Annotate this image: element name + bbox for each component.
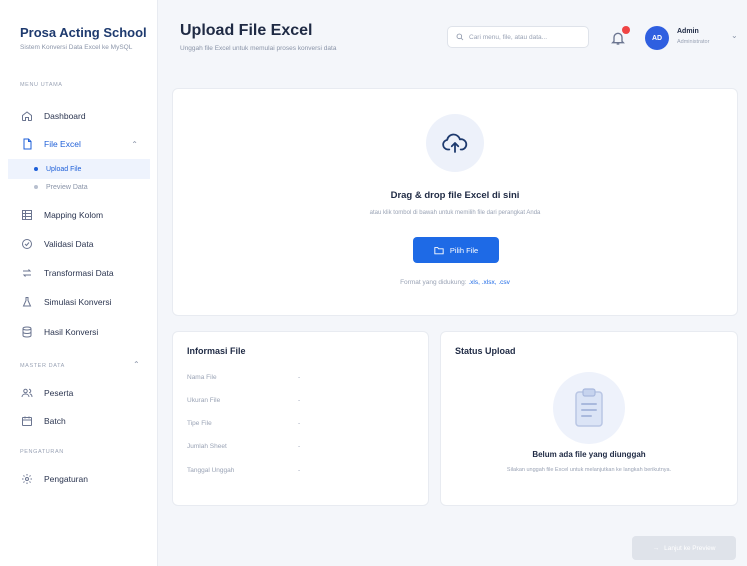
file-info-title: Informasi File — [187, 346, 246, 356]
info-row: Tanggal Unggah - — [187, 467, 300, 474]
sidebar-subitem-label: Upload File — [46, 165, 82, 173]
calendar-icon — [20, 414, 34, 428]
sidebar: Prosa Acting School Sistem Konversi Data… — [0, 0, 158, 566]
sidebar-subitem-label: Preview Data — [46, 183, 88, 191]
sidebar-item-label: Hasil Konversi — [44, 327, 99, 337]
brand: Prosa Acting School Sistem Konversi Data… — [20, 25, 147, 51]
brand-title: Prosa Acting School — [20, 25, 147, 40]
bullet-icon — [34, 185, 38, 189]
info-row: Nama File - — [187, 374, 300, 381]
sidebar-item-label: Dashboard — [44, 111, 86, 121]
info-label: Ukuran File — [187, 397, 221, 404]
supported-formats-extensions: .xls, .xlsx, .csv — [468, 279, 510, 286]
section-label-settings: PENGATURAN — [20, 449, 64, 455]
info-row: Jumlah Sheet - — [187, 443, 300, 450]
dropzone-subtitle: atau klik tombol di bawah untuk memilih … — [369, 210, 541, 216]
sidebar-item-label: Transformasi Data — [44, 268, 114, 278]
clipboard-icon — [553, 372, 625, 444]
section-label-menu: MENU UTAMA — [20, 82, 63, 88]
search-icon — [456, 33, 464, 41]
notification-badge — [622, 26, 630, 34]
section-label-master: MASTER DATA — [20, 363, 65, 369]
info-value: - — [298, 420, 301, 427]
info-row: Tipe File - — [187, 420, 300, 427]
sidebar-item-mapping-kolom[interactable]: Mapping Kolom — [8, 203, 150, 227]
upload-status-hint: Silakan unggah file Excel untuk melanjut… — [506, 467, 672, 473]
gear-icon — [20, 472, 34, 486]
sidebar-item-validasi-data[interactable]: Validasi Data — [8, 232, 150, 256]
check-circle-icon — [20, 237, 34, 251]
dropzone-title: Drag & drop file Excel di sini — [390, 190, 520, 201]
avatar[interactable]: AD — [645, 26, 669, 50]
info-value: - — [298, 443, 301, 450]
info-label: Tanggal Unggah — [187, 467, 235, 474]
info-label: Tipe File — [187, 420, 212, 427]
file-info-card: Informasi File Nama File - Ukuran File -… — [172, 331, 429, 506]
supported-formats-prefix: Format yang didukung: — [400, 279, 469, 286]
choose-file-button[interactable]: Pilih File — [413, 237, 499, 263]
sidebar-item-transformasi-data[interactable]: Transformasi Data — [8, 261, 150, 285]
user-name[interactable]: Admin — [677, 28, 699, 35]
upload-status-card: Status Upload Belum ada file yang diungg… — [440, 331, 738, 506]
flask-icon — [20, 295, 34, 309]
sidebar-item-pengaturan[interactable]: Pengaturan — [8, 467, 150, 491]
sidebar-item-file-excel[interactable]: File Excel ⌃ — [8, 132, 150, 156]
info-label: Jumlah Sheet — [187, 443, 227, 450]
search-placeholder: Cari menu, file, atau data... — [469, 33, 548, 41]
sidebar-item-peserta[interactable]: Peserta — [8, 381, 150, 405]
sidebar-item-label: Simulasi Konversi — [44, 297, 112, 307]
notification-button[interactable] — [610, 26, 630, 48]
info-row: Ukuran File - — [187, 397, 300, 404]
page-title: Upload File Excel — [180, 22, 313, 39]
info-value: - — [298, 467, 301, 474]
page-subtitle: Unggah file Excel untuk memulai proses k… — [180, 45, 337, 52]
info-label: Nama File — [187, 374, 217, 381]
choose-file-label: Pilih File — [449, 245, 479, 255]
sidebar-subitem-upload-file[interactable]: Upload File — [8, 159, 150, 179]
search-input[interactable]: Cari menu, file, atau data... — [447, 26, 589, 48]
folder-icon — [434, 246, 444, 254]
sidebar-item-label: Mapping Kolom — [44, 210, 104, 220]
upload-status-message: Belum ada file yang diunggah — [532, 450, 646, 459]
next-to-preview-button[interactable]: → Lanjut ke Preview — [632, 536, 736, 560]
home-icon — [20, 109, 34, 123]
upload-dropzone[interactable]: Drag & drop file Excel di sini atau klik… — [172, 88, 738, 316]
sidebar-subitem-preview-data[interactable]: Preview Data — [8, 177, 150, 197]
chevron-down-icon[interactable]: ⌄ — [731, 31, 738, 40]
upload-status-title: Status Upload — [455, 346, 516, 356]
sidebar-item-batch[interactable]: Batch — [8, 409, 150, 433]
sidebar-item-label: Validasi Data — [44, 239, 94, 249]
file-icon — [20, 137, 34, 151]
sidebar-item-label: Peserta — [44, 388, 74, 398]
info-value: - — [298, 374, 301, 381]
supported-formats: Format yang didukung: .xls, .xlsx, .csv — [173, 279, 737, 286]
cloud-upload-icon — [426, 114, 484, 172]
transfer-icon — [20, 266, 34, 280]
chevron-up-icon[interactable]: ⌃ — [133, 360, 140, 369]
chevron-up-icon: ⌃ — [131, 139, 138, 149]
sidebar-item-simulasi-konversi[interactable]: Simulasi Konversi — [8, 290, 150, 314]
brand-subtitle: Sistem Konversi Data Excel ke MySQL — [20, 44, 133, 51]
sidebar-item-label: File Excel — [44, 139, 81, 149]
sidebar-item-dashboard[interactable]: Dashboard — [8, 104, 150, 128]
arrow-right-icon: → — [652, 544, 660, 552]
sidebar-item-label: Batch — [44, 416, 66, 426]
bullet-icon — [34, 167, 38, 171]
users-icon — [20, 386, 34, 400]
info-value: - — [298, 397, 301, 404]
table-icon — [20, 208, 34, 222]
next-to-preview-label: Lanjut ke Preview — [664, 544, 716, 552]
sidebar-item-label: Pengaturan — [44, 474, 88, 484]
database-icon — [20, 325, 34, 339]
user-role: Administrator — [677, 39, 710, 45]
sidebar-item-hasil-konversi[interactable]: Hasil Konversi — [8, 320, 150, 344]
